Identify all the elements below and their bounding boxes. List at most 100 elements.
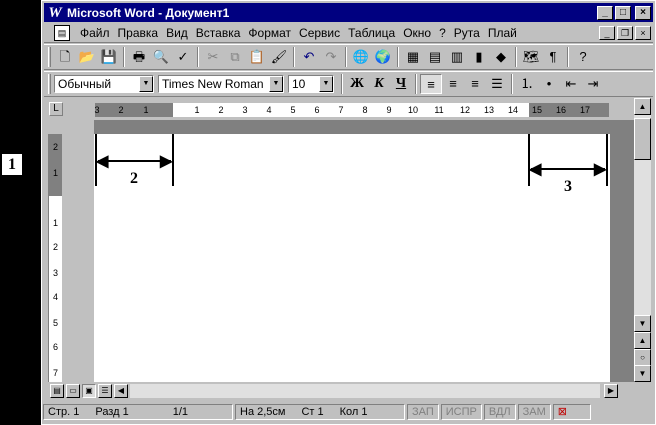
font-size-select[interactable]: 10 ▼	[288, 75, 334, 93]
scroll-thumb[interactable]	[634, 118, 651, 160]
undo-icon[interactable]: ↶	[298, 47, 320, 67]
columns-icon[interactable]: ▮	[468, 47, 490, 67]
doc-restore-button[interactable]: ❐	[617, 26, 633, 40]
menu-insert[interactable]: Вставка	[192, 26, 245, 40]
toolbar-separator	[415, 74, 417, 94]
new-doc-icon[interactable]: 🗋	[54, 47, 76, 67]
print-icon[interactable]: 🖶	[128, 47, 150, 67]
web-view-icon[interactable]: ▭	[66, 383, 80, 398]
style-value: Обычный	[58, 77, 112, 91]
tables-borders-icon[interactable]: ▦	[402, 47, 424, 67]
cut-icon[interactable]: ✂	[202, 47, 224, 67]
next-page-button[interactable]: ▼	[634, 365, 651, 382]
open-icon[interactable]: 📂	[76, 47, 98, 67]
ruler-number: 10	[407, 105, 418, 115]
word-app-icon[interactable]: W	[46, 5, 64, 21]
menu-window[interactable]: Окно	[399, 26, 435, 40]
bold-button[interactable]: Ж	[346, 74, 368, 94]
copy-icon[interactable]: ⧉	[224, 47, 246, 67]
menu-help[interactable]: ?	[435, 26, 450, 40]
toolbar-grip[interactable]	[48, 47, 51, 67]
doc-minimize-button[interactable]: _	[599, 26, 615, 40]
document-map-icon[interactable]: 🗺	[520, 47, 542, 67]
scroll-left-button[interactable]: ◀	[114, 383, 128, 398]
maximize-button[interactable]: □	[615, 5, 631, 20]
web-toolbar-icon[interactable]: 🌍	[372, 47, 394, 67]
annotation-1-bracket-vert-bottom	[10, 176, 11, 197]
scroll-up-button[interactable]: ▲	[634, 98, 651, 115]
menu-file[interactable]: Файл	[76, 26, 114, 40]
numbering-icon[interactable]: ⒈	[516, 74, 538, 94]
ruler-number: 2	[52, 242, 58, 252]
title-bar[interactable]: W Microsoft Word - Документ1 _ □ ×	[44, 3, 653, 22]
menu-table[interactable]: Таблица	[344, 26, 399, 40]
prev-page-button[interactable]: ▲	[634, 332, 651, 349]
vertical-scrollbar[interactable]: ▲ ▼ ▲ ○ ▼	[634, 98, 651, 382]
justify-icon[interactable]: ☰	[486, 74, 508, 94]
status-at: На 2,5см	[240, 406, 286, 418]
spelling-icon[interactable]: ✓	[172, 47, 194, 67]
paste-icon[interactable]: 📋	[246, 47, 268, 67]
menu-bar: ▤ Файл Правка Вид Вставка Формат Сервис …	[44, 24, 653, 43]
tab-selector[interactable]: L	[49, 102, 63, 116]
menu-plai[interactable]: Плай	[484, 26, 521, 40]
select-browse-object-button[interactable]: ○	[634, 349, 651, 366]
close-button[interactable]: ×	[635, 5, 651, 20]
chevron-down-icon[interactable]: ▼	[269, 76, 283, 92]
spelling-status-icon[interactable]: ⊠	[552, 404, 591, 420]
toolbar-grip[interactable]	[48, 74, 51, 94]
insert-table-icon[interactable]: ▤	[424, 47, 446, 67]
font-select[interactable]: Times New Roman ▼	[158, 75, 284, 93]
vertical-ruler[interactable]: 2 1 1 2 3 4 5 6 7	[48, 134, 62, 382]
annotation-3-arrow-right: ▶	[594, 161, 607, 178]
align-center-icon[interactable]: ≡	[442, 74, 464, 94]
horizontal-ruler[interactable]: 3 2 1 1 2 3 4 5 6 7 8 9 10 11 12 13 14 1…	[94, 103, 609, 117]
redo-icon[interactable]: ↷	[320, 47, 342, 67]
window-title: Microsoft Word - Документ1	[67, 5, 230, 20]
show-formatting-icon[interactable]: ¶	[542, 47, 564, 67]
drawing-icon[interactable]: ◆	[490, 47, 512, 67]
insert-excel-icon[interactable]: ▥	[446, 47, 468, 67]
status-rec[interactable]: ЗАП	[407, 404, 439, 420]
save-icon[interactable]: 💾	[98, 47, 120, 67]
outline-view-icon[interactable]: ☰	[98, 383, 112, 398]
scroll-down-button[interactable]: ▼	[634, 315, 651, 332]
page-layout-view-icon[interactable]: ▣	[82, 383, 96, 398]
status-pages: 1/1	[172, 406, 189, 418]
document-control-icon[interactable]: ▤	[54, 25, 70, 41]
underline-button[interactable]: Ч	[390, 74, 412, 94]
hyperlink-icon[interactable]: 🌐	[350, 47, 372, 67]
menu-view[interactable]: Вид	[162, 26, 192, 40]
bullets-icon[interactable]: •	[538, 74, 560, 94]
menu-format[interactable]: Формат	[244, 26, 295, 40]
format-painter-icon[interactable]: 🖌	[268, 47, 290, 67]
menu-edit[interactable]: Правка	[114, 26, 163, 40]
status-ext[interactable]: ВДЛ	[483, 404, 516, 420]
minimize-button[interactable]: _	[597, 5, 613, 20]
chevron-down-icon[interactable]: ▼	[319, 76, 333, 92]
status-trk[interactable]: ИСПР	[440, 404, 482, 420]
ruler-number: 4	[266, 105, 272, 115]
status-bar: Стр. 1 Разд 1 1/1 На 2,5см Ст 1 Кол 1 ЗА…	[43, 402, 652, 422]
align-right-icon[interactable]: ≡	[464, 74, 486, 94]
status-page: Стр. 1	[48, 406, 80, 418]
ruler-number: 5	[290, 105, 296, 115]
menu-ruta[interactable]: Рута	[450, 26, 484, 40]
normal-view-icon[interactable]: ▤	[50, 383, 64, 398]
help-icon[interactable]: ?	[572, 47, 594, 67]
formatting-toolbar: Обычный ▼ Times New Roman ▼ 10 ▼ Ж К Ч ≡…	[44, 71, 653, 97]
status-ovr[interactable]: ЗАМ	[517, 404, 551, 420]
print-preview-icon[interactable]: 🔍	[150, 47, 172, 67]
scroll-right-button[interactable]: ▶	[604, 383, 618, 398]
italic-button[interactable]: К	[368, 74, 390, 94]
doc-close-button[interactable]: ×	[635, 26, 651, 40]
align-left-icon[interactable]: ≡	[420, 74, 442, 94]
style-select[interactable]: Обычный ▼	[54, 75, 154, 93]
annotation-2-arrow-left: ◀	[96, 153, 109, 170]
ruler-number: 9	[386, 105, 392, 115]
decrease-indent-icon[interactable]: ⇤	[560, 74, 582, 94]
chevron-down-icon[interactable]: ▼	[139, 76, 153, 92]
menu-tools[interactable]: Сервис	[295, 26, 344, 40]
increase-indent-icon[interactable]: ⇥	[582, 74, 604, 94]
horizontal-scroll-track[interactable]	[130, 383, 600, 398]
